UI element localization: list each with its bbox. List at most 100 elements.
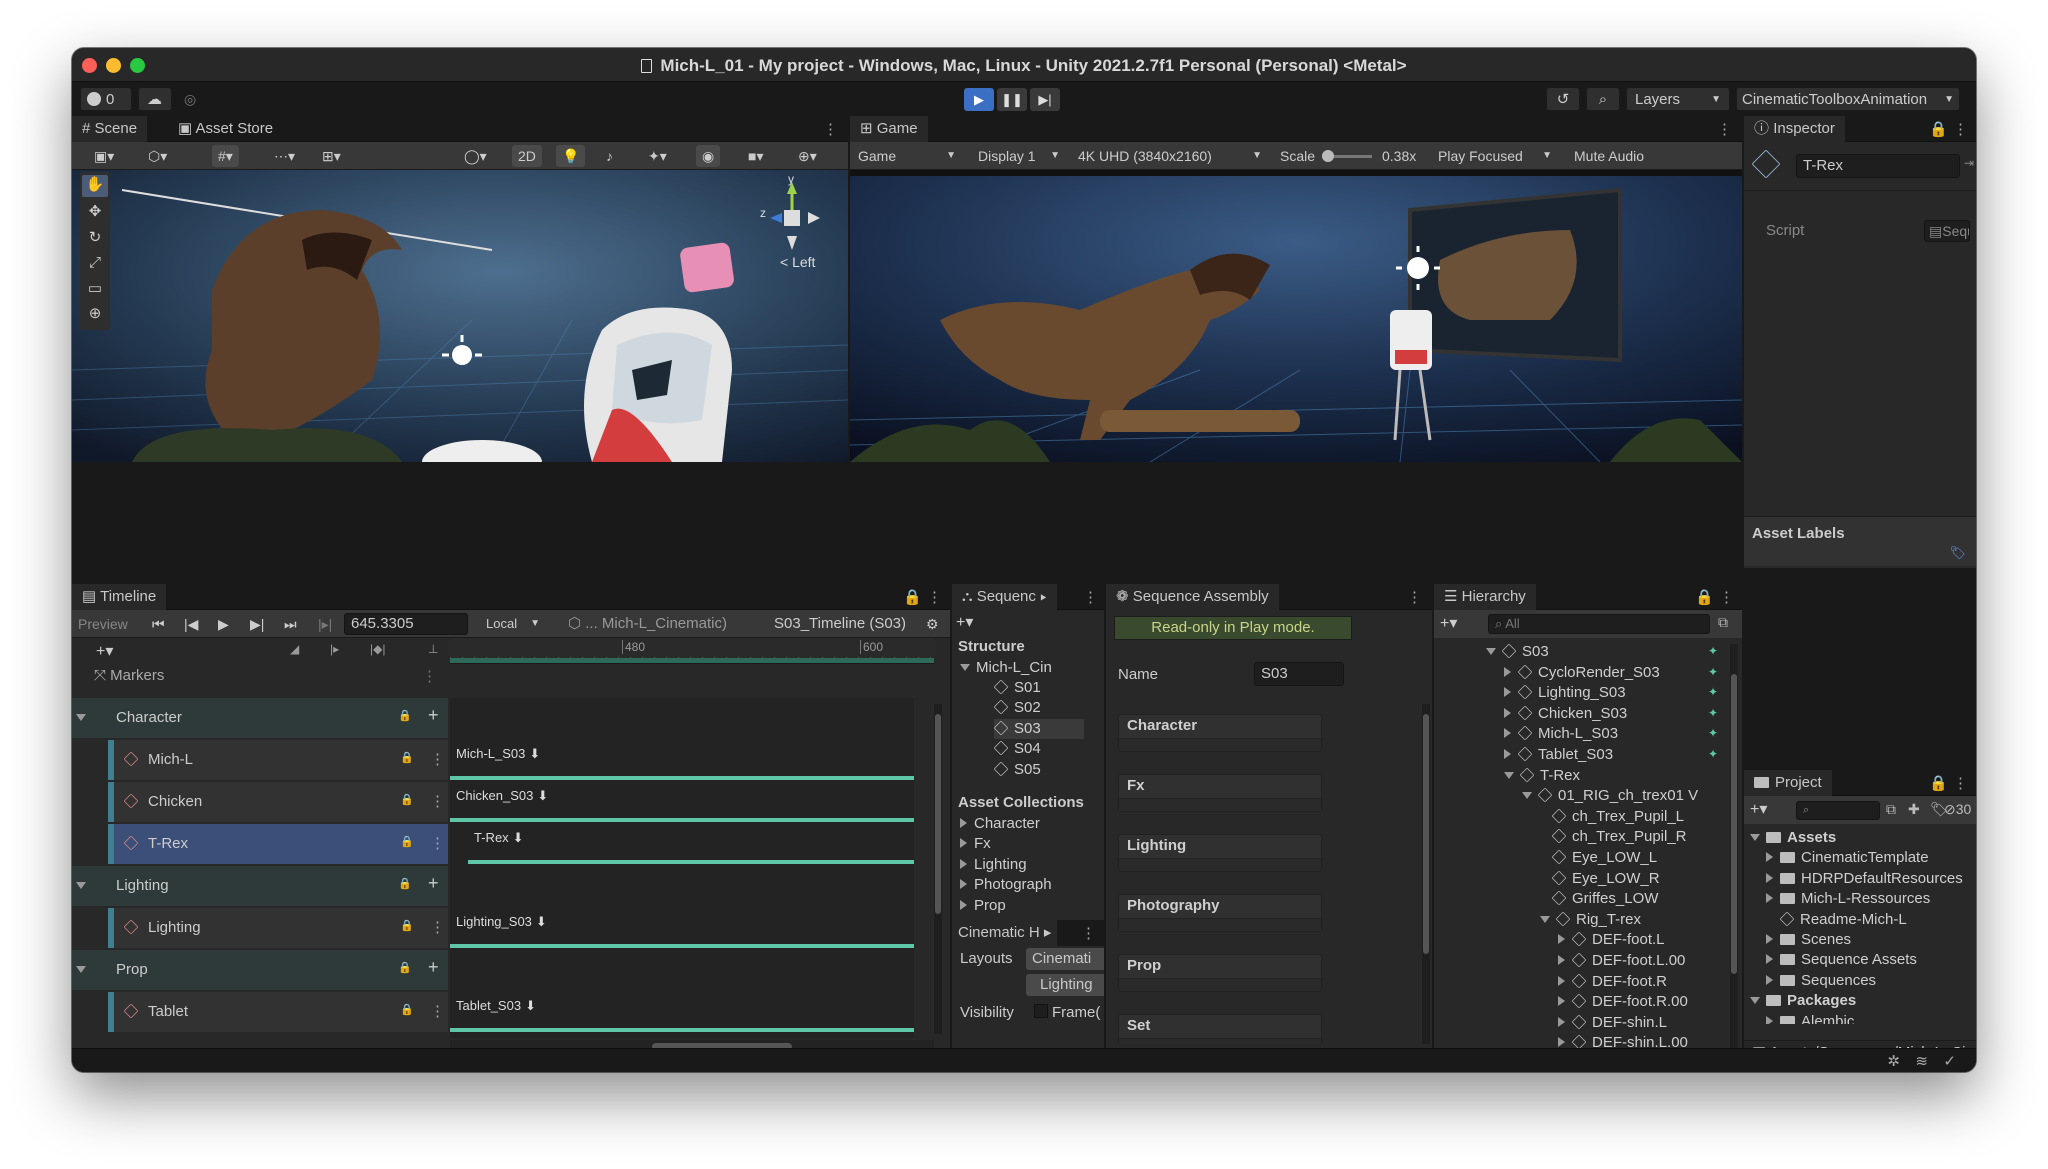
sequence-item[interactable]: S01: [993, 678, 1041, 698]
check-circle-icon[interactable]: ✓: [1943, 1052, 1956, 1070]
audio-icon[interactable]: ♪: [600, 145, 619, 167]
filter-type-icon[interactable]: ⧉: [1886, 801, 1896, 818]
expand-arrow-icon[interactable]: [1486, 648, 1496, 655]
hidden-count[interactable]: ⊘30: [1944, 801, 1971, 818]
expand-arrow-icon[interactable]: [1504, 749, 1511, 759]
track-group[interactable]: Character 🔒 +: [72, 698, 448, 738]
breadcrumb-parent[interactable]: ⬡ ... Mich-L_Cinematic): [562, 613, 733, 635]
hierarchy-row[interactable]: T-Rex: [1504, 766, 1580, 786]
add-icon[interactable]: +▾: [1750, 799, 1767, 819]
rect-tool-icon[interactable]: ▭: [82, 279, 108, 301]
timeline-track[interactable]: Mich-L 🔒 ⋮: [108, 740, 448, 780]
sequence-item[interactable]: S03: [993, 718, 1084, 739]
assembly-section[interactable]: Fx: [1118, 774, 1322, 812]
assembly-vscroll[interactable]: [1422, 704, 1430, 1044]
hierarchy-search-input[interactable]: ⌕ All: [1488, 614, 1710, 634]
timeline-clip[interactable]: Tablet_S03 ⬇: [450, 992, 914, 1032]
assembly-section[interactable]: Set: [1118, 1014, 1322, 1044]
tab-cinematic[interactable]: Cinematic H ▸: [952, 920, 1058, 946]
preview-toggle[interactable]: Preview: [72, 613, 134, 635]
project-item[interactable]: Sequences: [1766, 971, 1876, 991]
expand-arrow-icon[interactable]: [960, 664, 970, 671]
expand-arrow-icon[interactable]: [1504, 771, 1514, 779]
pin-track-icon[interactable]: ⊥: [428, 642, 438, 656]
hierarchy-row[interactable]: S03: [1486, 642, 1549, 662]
history-icon[interactable]: ↺: [1546, 87, 1580, 111]
cloud-icon[interactable]: ☁: [138, 87, 172, 111]
expand-arrow-icon[interactable]: [1766, 974, 1773, 985]
project-item[interactable]: Readme-Mich-L: [1766, 910, 1907, 930]
move-tool-icon[interactable]: ✥: [82, 202, 108, 224]
panel-menu-icon[interactable]: ⋮: [823, 120, 838, 138]
lock-icon[interactable]: 🔒: [400, 919, 414, 932]
collab-icon[interactable]: ◎: [184, 91, 196, 108]
expand-arrow-icon[interactable]: [1504, 728, 1511, 739]
expand-arrow-icon[interactable]: [960, 858, 967, 869]
hierarchy-row[interactable]: DEF-foot.L: [1558, 930, 1665, 950]
expand-arrow-icon[interactable]: [1558, 1016, 1565, 1027]
expand-arrow-icon[interactable]: [1558, 996, 1565, 1007]
project-item[interactable]: Sequence Assets: [1766, 950, 1917, 970]
panel-menu-icon[interactable]: ⋮: [1719, 588, 1734, 606]
lock-icon[interactable]: 🔒: [903, 588, 922, 606]
object-name-field[interactable]: T-Rex: [1796, 154, 1960, 178]
lighting-icon[interactable]: 💡: [556, 145, 586, 167]
script-object-field[interactable]: ▤Sequence ⊙: [1924, 220, 1970, 242]
sequence-root-item[interactable]: Mich-L_Cin: [960, 658, 1052, 678]
expand-arrow-icon[interactable]: [1558, 1037, 1565, 1048]
filter-label-icon[interactable]: ✚: [1908, 801, 1920, 818]
expand-arrow-icon[interactable]: [960, 818, 967, 828]
project-item[interactable]: Mich-L-Ressources: [1766, 889, 1930, 909]
draw-mode-icon[interactable]: ▣▾: [88, 145, 120, 167]
add-sequence-icon[interactable]: +▾: [956, 612, 973, 632]
gizmos-icon[interactable]: ⊕▾: [792, 145, 823, 167]
scale-tool-icon[interactable]: ⤢: [82, 254, 108, 276]
track-group[interactable]: Lighting 🔒 +: [72, 866, 448, 906]
search-icon[interactable]: ⌕: [1586, 87, 1620, 111]
cube-icon[interactable]: ⬡▾: [142, 145, 173, 167]
play-focused-dropdown[interactable]: Play Focused ▼: [1432, 145, 1558, 167]
ruler-icon[interactable]: ⊞▾: [316, 145, 347, 167]
scale-slider[interactable]: [1322, 150, 1372, 162]
breadcrumb-current[interactable]: S03_Timeline (S03): [768, 613, 912, 635]
toggle-2d-button[interactable]: 2D: [512, 145, 542, 167]
hierarchy-row[interactable]: Rig_T-rex: [1540, 910, 1641, 930]
effects-icon[interactable]: ✦▾: [642, 145, 673, 167]
expand-arrow-icon[interactable]: [1504, 707, 1511, 718]
expand-arrow-icon[interactable]: [960, 879, 967, 890]
shading-icon[interactable]: ◯▾: [458, 145, 493, 167]
hierarchy-row[interactable]: DEF-foot.R: [1558, 972, 1667, 992]
keyframe-icon[interactable]: |◆|: [370, 642, 385, 656]
account-dropdown[interactable]: 0: [80, 87, 132, 111]
sequence-item[interactable]: S02: [993, 698, 1041, 718]
display-dropdown[interactable]: Display 1 ▼: [972, 145, 1066, 167]
expand-arrow-icon[interactable]: [1766, 872, 1773, 883]
expand-arrow-icon[interactable]: [1558, 975, 1565, 986]
hierarchy-row[interactable]: Lighting_S03: [1504, 683, 1626, 703]
timeline-track[interactable]: Tablet 🔒 ⋮: [108, 992, 448, 1032]
prev-frame-icon[interactable]: |◀: [178, 613, 204, 635]
game-viewport[interactable]: [850, 170, 1742, 462]
markers-menu-icon[interactable]: ⋮: [422, 667, 437, 685]
assembly-section[interactable]: Prop: [1118, 954, 1322, 992]
frame-field[interactable]: 645.3305: [344, 613, 468, 635]
assembly-section[interactable]: Photography: [1118, 894, 1322, 932]
hierarchy-row[interactable]: Mich-L_S03: [1504, 724, 1618, 744]
collapse-arrow-icon[interactable]: [76, 714, 86, 721]
collection-item[interactable]: Character: [960, 814, 1040, 834]
settings-gear-icon[interactable]: ⚙: [920, 613, 945, 635]
lock-icon[interactable]: 🔒: [400, 835, 414, 848]
collection-item[interactable]: Fx: [960, 834, 991, 854]
collection-item[interactable]: Lighting: [960, 855, 1027, 875]
hierarchy-row[interactable]: 01_RIG_ch_trex01 V: [1522, 786, 1698, 806]
go-start-icon[interactable]: ⏮: [146, 613, 171, 635]
hierarchy-row[interactable]: Chicken_S03: [1504, 704, 1627, 724]
lock-icon[interactable]: 🔒: [1929, 120, 1948, 138]
track-menu-icon[interactable]: ⋮: [430, 918, 445, 936]
snap-icon[interactable]: |▸: [330, 642, 339, 656]
project-item[interactable]: CinematicTemplate: [1766, 848, 1929, 868]
lock-icon[interactable]: 🔒: [1929, 774, 1948, 792]
scene-visibility-icon[interactable]: ⧉: [1718, 614, 1728, 631]
cinematic-layout-button[interactable]: Cinemati: [1026, 948, 1104, 970]
expand-arrow-icon[interactable]: [1766, 893, 1773, 904]
